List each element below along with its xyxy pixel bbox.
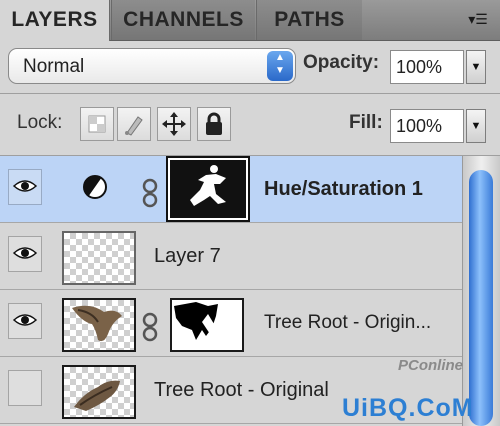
blend-mode-select[interactable]: Normal ▲ ▼	[8, 48, 296, 84]
panel-tab-bar: LAYERS CHANNELS PATHS ▾☰	[0, 0, 500, 41]
opacity-dropdown-button[interactable]: ▼	[466, 50, 486, 84]
layer-thumbnail[interactable]	[62, 298, 136, 352]
mask-link-icon[interactable]	[141, 312, 159, 342]
lock-position-icon[interactable]	[157, 107, 191, 141]
blend-mode-value: Normal	[23, 56, 85, 77]
fill-label: Fill:	[349, 112, 383, 133]
lock-transparent-pixels-icon[interactable]	[80, 107, 114, 141]
layer-name[interactable]: Layer 7	[154, 245, 221, 268]
opacity-input[interactable]: 100%	[390, 50, 464, 84]
panel-menu-icon[interactable]: ▾☰	[466, 9, 490, 29]
divider	[0, 93, 500, 94]
layer-name[interactable]: Tree Root - Original	[154, 379, 329, 402]
watermark-uibq: UiBQ.CoM	[342, 394, 474, 422]
visibility-eye-icon[interactable]	[8, 303, 42, 339]
layer-row-layer-7[interactable]: Layer 7	[0, 223, 462, 290]
layer-thumbnail[interactable]	[62, 231, 136, 285]
layer-mask-thumbnail[interactable]	[166, 156, 250, 222]
opacity-label: Opacity:	[303, 52, 380, 73]
layers-list: Hue/Saturation 1 Layer 7 Tree Root - Ori…	[0, 156, 462, 426]
visibility-toggle-empty[interactable]	[8, 370, 42, 406]
layer-row-hue-saturation[interactable]: Hue/Saturation 1	[0, 156, 462, 223]
tab-channels[interactable]: CHANNELS	[111, 0, 255, 40]
lock-label: Lock:	[17, 112, 63, 133]
tab-layers[interactable]: LAYERS	[0, 0, 110, 41]
layer-name[interactable]: Hue/Saturation 1	[264, 178, 423, 201]
layers-scrollbar[interactable]	[462, 156, 500, 426]
scrollbar-thumb[interactable]	[469, 170, 493, 426]
fill-dropdown-button[interactable]: ▼	[466, 109, 486, 143]
lock-all-icon[interactable]	[197, 107, 231, 141]
visibility-eye-icon[interactable]	[8, 236, 42, 272]
adjustment-layer-icon	[83, 175, 107, 199]
layer-name[interactable]: Tree Root - Origin...	[264, 312, 431, 334]
layer-thumbnail[interactable]	[62, 365, 136, 419]
watermark-pconline: PConline	[398, 357, 464, 374]
visibility-eye-icon[interactable]	[8, 169, 42, 205]
mask-link-icon[interactable]	[141, 178, 159, 208]
chevron-up-down-icon: ▲ ▼	[267, 51, 293, 81]
layer-mask-thumbnail[interactable]	[170, 298, 244, 352]
lock-image-pixels-icon[interactable]	[117, 107, 151, 141]
fill-input[interactable]: 100%	[390, 109, 464, 143]
layer-row-tree-root-copy[interactable]: Tree Root - Origin...	[0, 290, 462, 357]
tab-paths[interactable]: PATHS	[256, 0, 362, 40]
